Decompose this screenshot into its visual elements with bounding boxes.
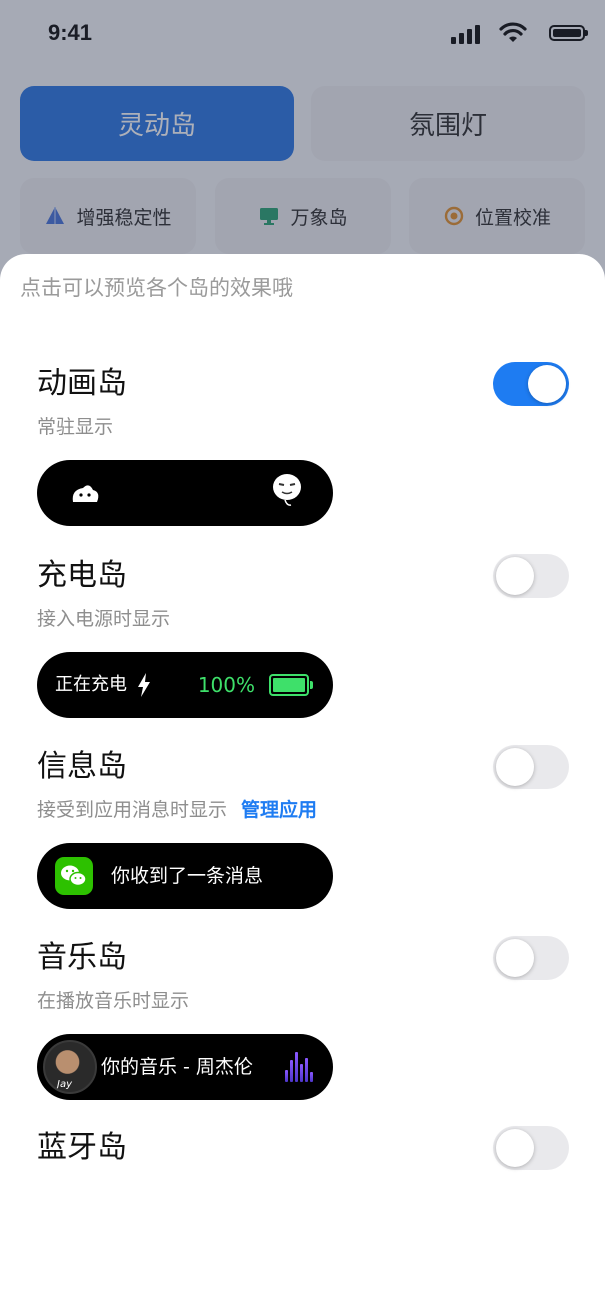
- row-title: 信息岛: [37, 749, 127, 784]
- avatar-jay-text: Jay: [57, 1079, 72, 1090]
- music-island-row: 音乐岛 在播放音乐时显示 Jay 你的音乐 - 周杰伦: [0, 932, 605, 1124]
- row-title: 充电岛: [37, 558, 127, 593]
- music-island-preview[interactable]: Jay 你的音乐 - 周杰伦: [37, 1034, 333, 1100]
- cartoon-creature-icon: [72, 485, 99, 502]
- row-title: 蓝牙岛: [37, 1130, 127, 1165]
- music-island-toggle[interactable]: [493, 936, 569, 980]
- animation-island-toggle[interactable]: [493, 362, 569, 406]
- row-subtitle: 在播放音乐时显示: [37, 990, 190, 1012]
- artist-avatar: Jay: [43, 1040, 97, 1094]
- preview-hint: 点击可以预览各个岛的效果哦: [20, 276, 293, 300]
- message-island-preview[interactable]: 你收到了一条消息: [37, 843, 333, 909]
- manage-apps-link[interactable]: 管理应用: [241, 799, 317, 821]
- message-label: 你收到了一条消息: [111, 865, 264, 887]
- music-label: 你的音乐 - 周杰伦: [101, 1056, 253, 1078]
- wechat-icon: [55, 857, 93, 895]
- row-subtitle: 常驻显示: [37, 416, 114, 438]
- meme-face-icon: [273, 474, 301, 506]
- row-subtitle-text: 接受到应用消息时显示: [37, 799, 228, 821]
- charging-island-toggle[interactable]: [493, 554, 569, 598]
- charging-island-row: 充电岛 接入电源时显示 正在充电 100%: [0, 550, 605, 742]
- message-island-toggle[interactable]: [493, 745, 569, 789]
- equalizer-icon: [285, 1052, 313, 1082]
- message-island-row: 信息岛 接受到应用消息时显示 管理应用 你收到了一条消息: [0, 741, 605, 933]
- bluetooth-island-row: 蓝牙岛: [0, 1122, 605, 1314]
- animation-island-preview[interactable]: [37, 460, 333, 526]
- lightning-icon: [138, 673, 150, 697]
- animation-island-row: 动画岛 常驻显示: [0, 358, 605, 550]
- charging-label: 正在充电: [55, 674, 127, 695]
- island-settings-sheet: 点击可以预览各个岛的效果哦 动画岛 常驻显示 充电岛 接入电源时显示 正在充电: [0, 254, 605, 1170]
- row-subtitle: 接入电源时显示: [37, 608, 171, 630]
- bluetooth-island-toggle[interactable]: [493, 1126, 569, 1170]
- battery-full-icon: [269, 674, 313, 696]
- row-subtitle: 接受到应用消息时显示 管理应用: [37, 795, 317, 822]
- row-title: 音乐岛: [37, 940, 127, 975]
- charge-percent: 100%: [197, 673, 255, 697]
- row-title: 动画岛: [37, 366, 127, 401]
- charging-island-preview[interactable]: 正在充电 100%: [37, 652, 333, 718]
